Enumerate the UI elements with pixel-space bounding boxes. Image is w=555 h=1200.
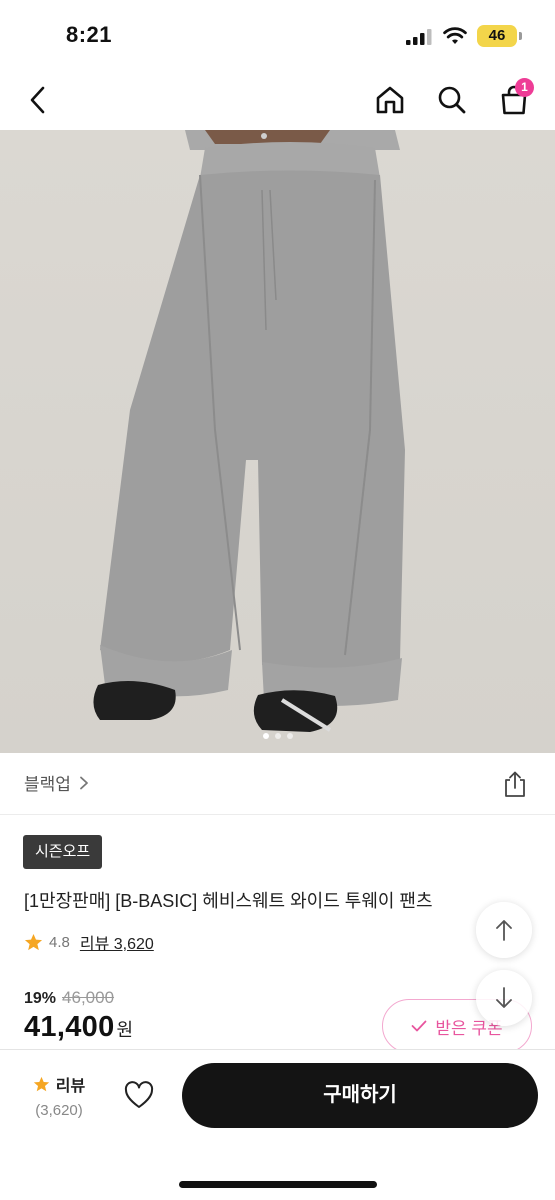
status-bar: 8:21 46 xyxy=(0,0,555,70)
status-time: 8:21 xyxy=(66,22,113,47)
image-carousel-dots xyxy=(0,733,555,739)
star-icon xyxy=(33,1076,49,1091)
scroll-to-top-button[interactable] xyxy=(476,902,532,958)
star-icon xyxy=(24,933,43,950)
wifi-icon xyxy=(443,27,467,44)
price-block: 19% 46,000 41,400 원 xyxy=(24,988,133,1044)
like-button[interactable] xyxy=(122,1078,156,1112)
currency-unit: 원 xyxy=(116,1020,134,1040)
check-icon xyxy=(411,1020,427,1032)
buy-button[interactable]: 구매하기 xyxy=(182,1063,538,1128)
rating-value: 4.8 xyxy=(49,933,70,951)
carousel-dot[interactable] xyxy=(274,733,281,739)
share-button[interactable] xyxy=(500,768,530,800)
product-photo xyxy=(93,130,405,732)
search-button[interactable] xyxy=(432,80,472,120)
bottom-review-summary[interactable]: 리뷰 (3,620) xyxy=(26,1072,92,1119)
review-count-link[interactable]: 리뷰 3,620 xyxy=(80,930,154,954)
home-indicator xyxy=(179,1181,377,1188)
cellular-signal-icon xyxy=(406,29,432,45)
battery-icon: 46 xyxy=(477,25,517,47)
chevron-left-icon xyxy=(30,86,45,114)
bottom-action-bar: 리뷰 (3,620) 구매하기 xyxy=(0,1049,555,1200)
discount-rate: 19% xyxy=(24,990,57,1007)
arrow-down-icon xyxy=(496,987,512,1008)
brand-name: 블랙업 xyxy=(24,775,71,794)
scroll-to-bottom-button[interactable] xyxy=(476,970,532,1026)
season-off-badge: 시즌오프 xyxy=(23,835,103,869)
product-image[interactable] xyxy=(0,130,555,753)
bottom-review-count: (3,620) xyxy=(35,1102,83,1119)
nav-bar: 1 xyxy=(0,70,555,130)
sale-price: 41,400 xyxy=(24,1011,115,1043)
bottom-review-label: 리뷰 xyxy=(55,1078,86,1095)
share-icon xyxy=(505,771,525,797)
home-button[interactable] xyxy=(370,80,410,120)
chevron-right-icon xyxy=(80,776,88,789)
arrow-up-icon xyxy=(496,920,512,941)
section-divider xyxy=(0,814,555,815)
back-button[interactable] xyxy=(18,80,58,120)
heart-icon xyxy=(124,1081,154,1108)
carousel-dot[interactable] xyxy=(262,733,269,739)
carousel-dot[interactable] xyxy=(286,733,293,739)
search-icon xyxy=(438,86,466,114)
brand-link[interactable]: 블랙업 xyxy=(24,770,89,795)
home-icon xyxy=(376,86,404,114)
rating-row: 4.8 리뷰 3,620 xyxy=(24,930,154,954)
cart-button[interactable]: 1 xyxy=(494,78,534,120)
original-price: 46,000 xyxy=(62,988,115,1007)
product-title: [1만장판매] [B-BASIC] 헤비스웨트 와이드 투웨이 팬츠 xyxy=(24,891,433,911)
cart-count-badge: 1 xyxy=(515,78,534,97)
battery-tip xyxy=(519,32,522,40)
